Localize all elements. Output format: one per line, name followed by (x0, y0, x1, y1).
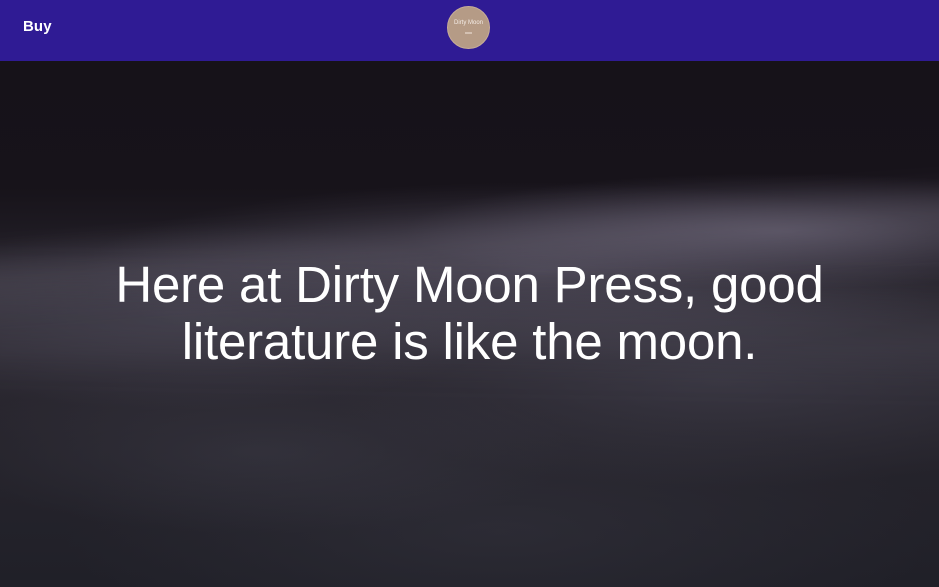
top-navbar: Buy Dirty Moon (0, 0, 939, 61)
dirty-moon-logo[interactable]: Dirty Moon (447, 6, 490, 49)
logo-mark (465, 31, 472, 34)
buy-link[interactable]: Buy (23, 18, 52, 35)
hero-title: Here at Dirty Moon Press, good literatur… (115, 256, 824, 370)
page: Buy Dirty Moon Here at Dirty Moon Press,… (0, 0, 939, 587)
hero-section: Here at Dirty Moon Press, good literatur… (0, 61, 939, 587)
logo-text: Dirty Moon (453, 19, 483, 26)
